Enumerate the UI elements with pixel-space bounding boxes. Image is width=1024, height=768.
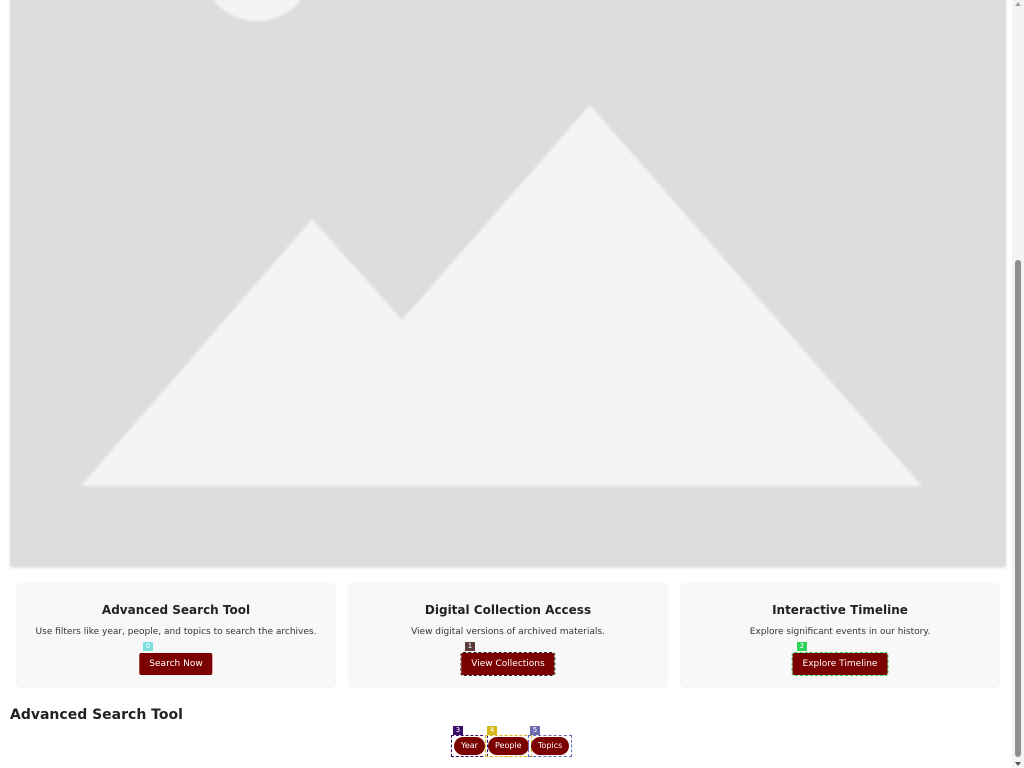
scrollbar-thumb[interactable] bbox=[1015, 260, 1021, 757]
scroll-up-arrow-icon[interactable] bbox=[1015, 2, 1021, 6]
filter-topics-button[interactable]: Topics bbox=[531, 737, 570, 755]
hero-image bbox=[10, 0, 1006, 566]
search-now-button[interactable]: Search Now bbox=[139, 653, 213, 675]
view-collections-button[interactable]: View Collections bbox=[460, 652, 556, 676]
card-description: Use filters like year, people, and topic… bbox=[35, 627, 317, 637]
section-heading: Advanced Search Tool bbox=[10, 707, 183, 723]
filter-people-button[interactable]: People bbox=[488, 737, 529, 755]
element-marker: 1 bbox=[465, 642, 475, 651]
filter-year-wrapper: Year bbox=[451, 735, 488, 757]
filter-people-wrapper: People bbox=[485, 735, 532, 757]
explore-timeline-button[interactable]: Explore Timeline bbox=[791, 652, 889, 676]
card-interactive-timeline: Interactive Timeline Explore significant… bbox=[681, 583, 999, 686]
element-marker: 2 bbox=[797, 642, 807, 651]
card-description: View digital versions of archived materi… bbox=[411, 627, 605, 637]
card-title: Advanced Search Tool bbox=[101, 603, 251, 617]
element-marker: 5 bbox=[530, 726, 540, 735]
card-title: Digital Collection Access bbox=[424, 603, 592, 617]
card-advanced-search: Advanced Search Tool Use filters like ye… bbox=[17, 583, 335, 686]
element-marker: 0 bbox=[143, 642, 153, 651]
image-placeholder-icon bbox=[10, 0, 1006, 566]
filter-topics-wrapper: Topics bbox=[528, 735, 573, 757]
card-title: Interactive Timeline bbox=[772, 603, 908, 617]
card-description: Explore significant events in our histor… bbox=[749, 627, 931, 637]
page-viewport: Advanced Search Tool Use filters like ye… bbox=[0, 0, 1024, 768]
scroll-down-arrow-icon[interactable] bbox=[1015, 762, 1021, 766]
filter-year-button[interactable]: Year bbox=[454, 737, 485, 755]
element-marker: 3 bbox=[453, 726, 463, 735]
element-marker: 4 bbox=[487, 726, 497, 735]
card-digital-collection: Digital Collection Access View digital v… bbox=[349, 583, 667, 686]
vertical-scrollbar[interactable] bbox=[1012, 0, 1024, 768]
